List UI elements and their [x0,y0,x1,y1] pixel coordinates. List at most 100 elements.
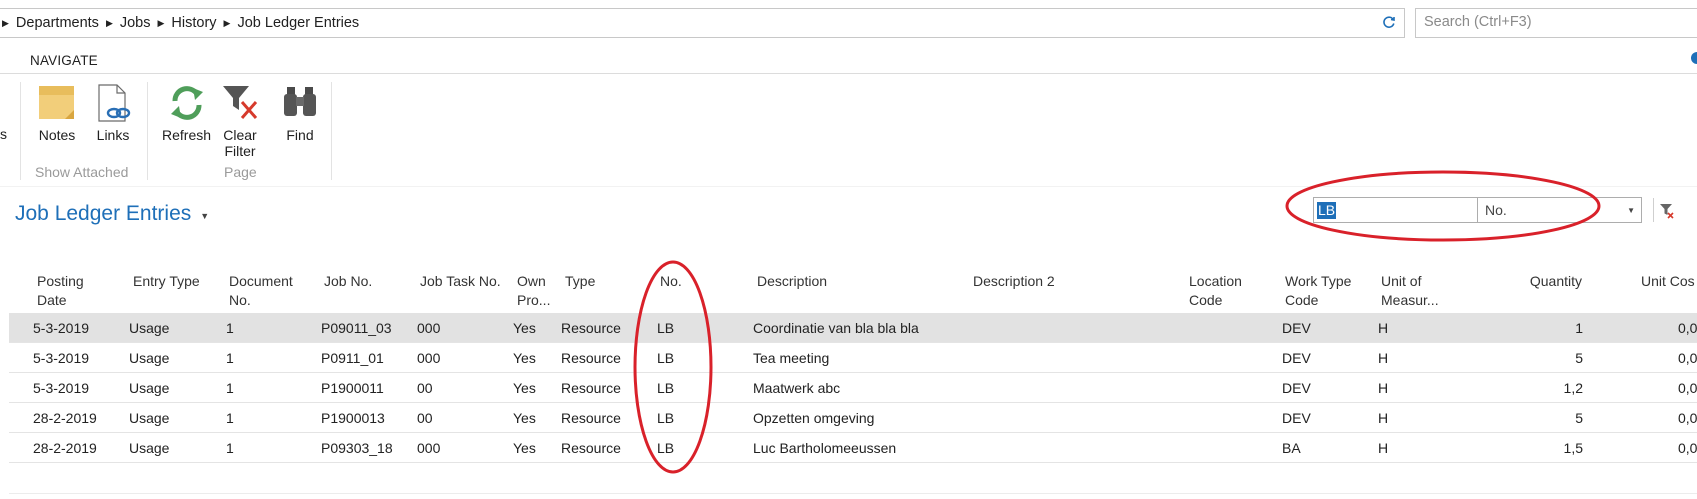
cell-unit-cost: 0,0 [1678,440,1697,456]
col-header-line: No. [660,273,682,289]
col-header-line: Date [37,292,67,308]
breadcrumb-arrow-icon[interactable]: ▶ [158,18,165,29]
cell-job-task-no: 00 [417,410,433,426]
ribbon-cut-label[interactable]: s [0,126,7,142]
table-row[interactable]: 5-3-2019 Usage 1 P1900011 00 Yes Resourc… [9,373,1697,403]
cell-unit-cost: 0,0 [1678,350,1697,366]
table-row[interactable]: 28-2-2019 Usage 1 P09303_18 000 Yes Reso… [9,433,1697,463]
cell-job-no: P09011_03 [321,320,392,336]
cell-entry-type: Usage [129,380,170,396]
cell-job-task-no: 000 [417,440,441,456]
col-header-no[interactable]: No. [660,272,682,291]
cell-description: Maatwerk abc [753,380,841,396]
col-header-unit-cost[interactable]: Unit Cos [1641,272,1695,291]
col-header-line: Job No. [324,273,373,289]
col-header-own-pro[interactable]: Own Pro... [517,272,550,310]
col-header-line: Location [1189,273,1242,289]
col-header-unit-of-measure[interactable]: Unit of Measur... [1381,272,1439,310]
table-row[interactable]: 28-2-2019 Usage 1 P1900013 00 Yes Resour… [9,403,1697,433]
col-header-line: Own [517,273,546,289]
col-header-description[interactable]: Description [757,272,827,291]
table-row[interactable]: 5-3-2019 Usage 1 P09011_03 000 Yes Resou… [9,313,1697,343]
filter-value-input[interactable]: LB [1313,197,1478,223]
tab-navigate[interactable]: NAVIGATE [30,53,98,68]
breadcrumb-item-jobs[interactable]: Jobs [120,15,151,31]
cell-own-pro: Yes [513,440,536,456]
cell-unit-of-measure: H [1378,320,1389,336]
col-header-line: Code [1285,292,1319,308]
cell-entry-type: Usage [129,440,170,456]
group-page: Page [224,164,257,180]
filter-field-value: No. [1485,202,1507,218]
breadcrumb-arrow-icon[interactable]: ▶ [2,18,9,29]
col-header-document-no[interactable]: Document No. [229,272,293,310]
chevron-down-icon[interactable]: ▼ [200,211,209,221]
col-header-entry-type[interactable]: Entry Type [133,272,200,291]
cell-unit-of-measure: H [1378,410,1389,426]
refresh-icon [170,86,203,120]
clear-filter-label: Clear Filter [223,127,256,159]
cell-type: Resource [561,380,621,396]
clear-filter-button[interactable]: Clear Filter [220,84,260,159]
notes-button[interactable]: Notes [37,84,77,143]
cell-posting-date: 28-2-2019 [33,410,97,426]
binoculars-icon [284,87,316,116]
cell-posting-date: 28-2-2019 [33,440,97,456]
search-placeholder: Search (Ctrl+F3) [1424,14,1532,30]
breadcrumb-arrow-icon[interactable]: ▶ [106,18,113,29]
col-header-line: Posting [37,273,84,289]
cell-work-type-code: DEV [1282,320,1311,336]
search-input[interactable]: Search (Ctrl+F3) [1415,8,1697,38]
filter-field-select[interactable]: No. ▼ [1477,197,1642,223]
col-header-work-type-code[interactable]: Work Type Code [1285,272,1351,310]
cell-no: LB [657,440,675,456]
find-button[interactable]: Find [280,84,320,143]
breadcrumb-item-departments[interactable]: Departments [16,15,99,31]
notes-icon [39,86,74,119]
links-button[interactable]: Links [93,84,133,143]
notes-label: Notes [38,127,76,143]
address-refresh-icon[interactable] [1382,15,1396,32]
clear-filter-icon [223,86,258,119]
refresh-button[interactable]: Refresh [162,84,211,143]
col-header-job-no[interactable]: Job No. [324,272,372,291]
col-header-line: Measur... [1381,292,1439,308]
breadcrumb-item-job-ledger-entries[interactable]: Job Ledger Entries [237,15,359,31]
cell-quantity: 1,2 [1563,380,1583,396]
col-header-location-code[interactable]: Location Code [1189,272,1242,310]
cell-entry-type: Usage [129,410,170,426]
page-title[interactable]: Job Ledger Entries ▼ [15,202,209,226]
col-header-description-2[interactable]: Description 2 [973,272,1055,291]
cell-posting-date: 5-3-2019 [33,380,90,396]
cell-description: Tea meeting [753,350,830,366]
cell-document-no: 1 [226,350,234,366]
cell-description: Opzetten omgeving [753,410,875,426]
col-header-job-task-no[interactable]: Job Task No. [420,272,501,291]
group-show-attached: Show Attached [35,164,129,180]
cell-own-pro: Yes [513,350,536,366]
breadcrumb-item-history[interactable]: History [171,15,216,31]
table-row[interactable]: 5-3-2019 Usage 1 P0911_01 000 Yes Resour… [9,343,1697,373]
filter-value-selection: LB [1317,202,1337,219]
col-header-quantity[interactable]: Quantity [1500,272,1582,291]
cell-entry-type: Usage [129,350,170,366]
col-header-line: Pro... [517,292,551,308]
cell-posting-date: 5-3-2019 [33,350,90,366]
cell-document-no: 1 [226,320,234,336]
cell-quantity: 1,5 [1563,440,1583,456]
filter-toggle-button[interactable] [1653,198,1677,222]
col-header-line: Description [757,273,828,289]
col-header-line: Type [565,273,596,289]
cell-quantity: 5 [1575,350,1583,366]
col-header-posting-date[interactable]: Posting Date [37,272,84,310]
clear-filter-label-line1: Clear [223,127,257,143]
cell-type: Resource [561,410,621,426]
col-header-type[interactable]: Type [565,272,595,291]
breadcrumb-arrow-icon[interactable]: ▶ [224,18,231,29]
cell-own-pro: Yes [513,320,536,336]
page-title-text: Job Ledger Entries [15,202,192,225]
clear-filter-label-line2: Filter [224,143,256,159]
corner-indicator [1691,52,1697,64]
links-label: Links [96,127,130,143]
ribbon-separator [20,82,21,180]
